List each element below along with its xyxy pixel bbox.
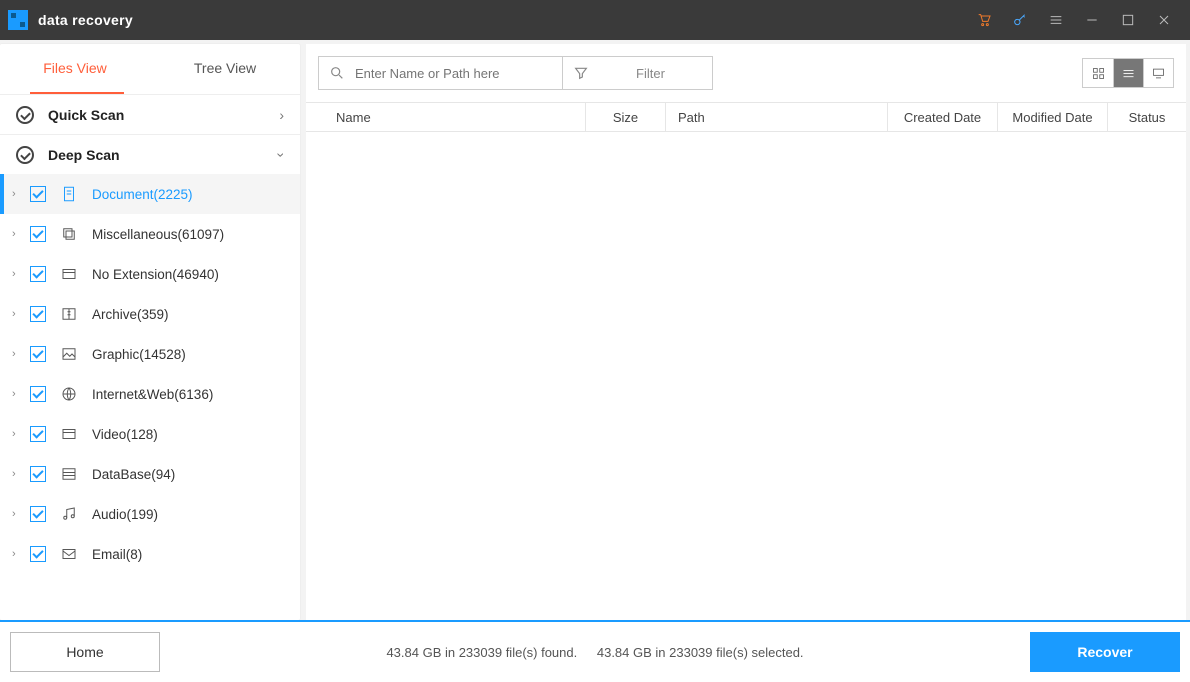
checkbox[interactable] <box>30 226 46 242</box>
search-input[interactable] <box>355 66 562 81</box>
chevron-right-icon: › <box>12 508 24 520</box>
chevron-right-icon: › <box>12 388 24 400</box>
video-icon <box>60 425 78 443</box>
home-button[interactable]: Home <box>10 632 160 672</box>
chevron-right-icon: › <box>12 188 24 200</box>
section-label: Deep Scan <box>48 147 279 163</box>
checkbox[interactable] <box>30 506 46 522</box>
filter-label: Filter <box>599 66 712 81</box>
category-label: Internet&Web(6136) <box>92 387 213 402</box>
sidebar: Files View Tree View Quick Scan › Deep S… <box>0 44 300 620</box>
music-icon <box>60 505 78 523</box>
checkbox[interactable] <box>30 346 46 362</box>
close-button[interactable] <box>1146 0 1182 40</box>
check-circle-icon <box>16 106 34 124</box>
column-size[interactable]: Size <box>586 103 666 131</box>
chevron-right-icon: › <box>12 228 24 240</box>
file-list <box>306 132 1186 620</box>
checkbox[interactable] <box>30 386 46 402</box>
chevron-right-icon: › <box>12 468 24 480</box>
globe-icon <box>60 385 78 403</box>
checkbox[interactable] <box>30 546 46 562</box>
category-miscellaneous[interactable]: › Miscellaneous(61097) <box>0 214 300 254</box>
checkbox[interactable] <box>30 186 46 202</box>
column-name[interactable]: Name <box>306 103 586 131</box>
column-path[interactable]: Path <box>666 103 888 131</box>
section-label: Quick Scan <box>48 107 279 123</box>
category-label: Document(2225) <box>92 187 193 202</box>
menu-icon[interactable] <box>1038 0 1074 40</box>
status-text: 43.84 GB in 233039 file(s) found. 43.84 … <box>160 645 1030 660</box>
found-status: 43.84 GB in 233039 file(s) found. <box>386 645 577 660</box>
tab-tree-view[interactable]: Tree View <box>150 44 300 92</box>
column-created[interactable]: Created Date <box>888 103 998 131</box>
column-status[interactable]: Status <box>1108 103 1186 131</box>
title-bar: data recovery <box>0 0 1190 40</box>
key-icon[interactable] <box>1002 0 1038 40</box>
category-graphic[interactable]: › Graphic(14528) <box>0 334 300 374</box>
active-indicator <box>0 174 4 214</box>
category-no-extension[interactable]: › No Extension(46940) <box>0 254 300 294</box>
category-internet-web[interactable]: › Internet&Web(6136) <box>0 374 300 414</box>
category-label: DataBase(94) <box>92 467 175 482</box>
category-audio[interactable]: › Audio(199) <box>0 494 300 534</box>
content-area: Filter Name Size Path Created Date Modif… <box>306 44 1186 620</box>
view-grid-button[interactable] <box>1083 59 1113 87</box>
view-mode-group <box>1082 58 1174 88</box>
search-box[interactable] <box>318 56 563 90</box>
category-label: Archive(359) <box>92 307 169 322</box>
box-icon <box>60 265 78 283</box>
chevron-right-icon: › <box>12 308 24 320</box>
view-list-button[interactable] <box>1113 59 1143 87</box>
chevron-right-icon: › <box>12 548 24 560</box>
database-icon <box>60 465 78 483</box>
stack-icon <box>60 225 78 243</box>
chevron-right-icon: › <box>12 348 24 360</box>
mail-icon <box>60 545 78 563</box>
category-video[interactable]: › Video(128) <box>0 414 300 454</box>
document-icon <box>60 185 78 203</box>
maximize-button[interactable] <box>1110 0 1146 40</box>
cart-icon[interactable] <box>966 0 1002 40</box>
footer-bar: Home 43.84 GB in 233039 file(s) found. 4… <box>0 620 1190 682</box>
category-label: Email(8) <box>92 547 142 562</box>
checkbox[interactable] <box>30 466 46 482</box>
category-label: Miscellaneous(61097) <box>92 227 224 242</box>
category-label: Video(128) <box>92 427 158 442</box>
category-tree: › Document(2225) › Miscellaneous(61097) … <box>0 174 300 620</box>
check-circle-icon <box>16 146 34 164</box>
category-database[interactable]: › DataBase(94) <box>0 454 300 494</box>
category-archive[interactable]: › Archive(359) <box>0 294 300 334</box>
category-email[interactable]: › Email(8) <box>0 534 300 574</box>
category-label: No Extension(46940) <box>92 267 219 282</box>
checkbox[interactable] <box>30 266 46 282</box>
recover-button[interactable]: Recover <box>1030 632 1180 672</box>
table-header: Name Size Path Created Date Modified Dat… <box>306 102 1186 132</box>
tab-files-view[interactable]: Files View <box>0 44 150 92</box>
minimize-button[interactable] <box>1074 0 1110 40</box>
section-deep-scan[interactable]: Deep Scan › <box>0 134 300 174</box>
app-logo-icon <box>8 10 28 30</box>
archive-icon <box>60 305 78 323</box>
column-modified[interactable]: Modified Date <box>998 103 1108 131</box>
chevron-right-icon: › <box>12 428 24 440</box>
section-quick-scan[interactable]: Quick Scan › <box>0 94 300 134</box>
chevron-right-icon: › <box>12 268 24 280</box>
filter-box[interactable]: Filter <box>563 56 713 90</box>
selected-status: 43.84 GB in 233039 file(s) selected. <box>597 645 804 660</box>
checkbox[interactable] <box>30 306 46 322</box>
chevron-down-icon: › <box>274 152 290 157</box>
image-icon <box>60 345 78 363</box>
filter-icon <box>563 65 599 81</box>
search-icon <box>319 65 355 81</box>
chevron-right-icon: › <box>279 107 284 123</box>
category-label: Audio(199) <box>92 507 158 522</box>
app-title: data recovery <box>38 12 133 28</box>
category-label: Graphic(14528) <box>92 347 186 362</box>
category-document[interactable]: › Document(2225) <box>0 174 300 214</box>
checkbox[interactable] <box>30 426 46 442</box>
view-preview-button[interactable] <box>1143 59 1173 87</box>
